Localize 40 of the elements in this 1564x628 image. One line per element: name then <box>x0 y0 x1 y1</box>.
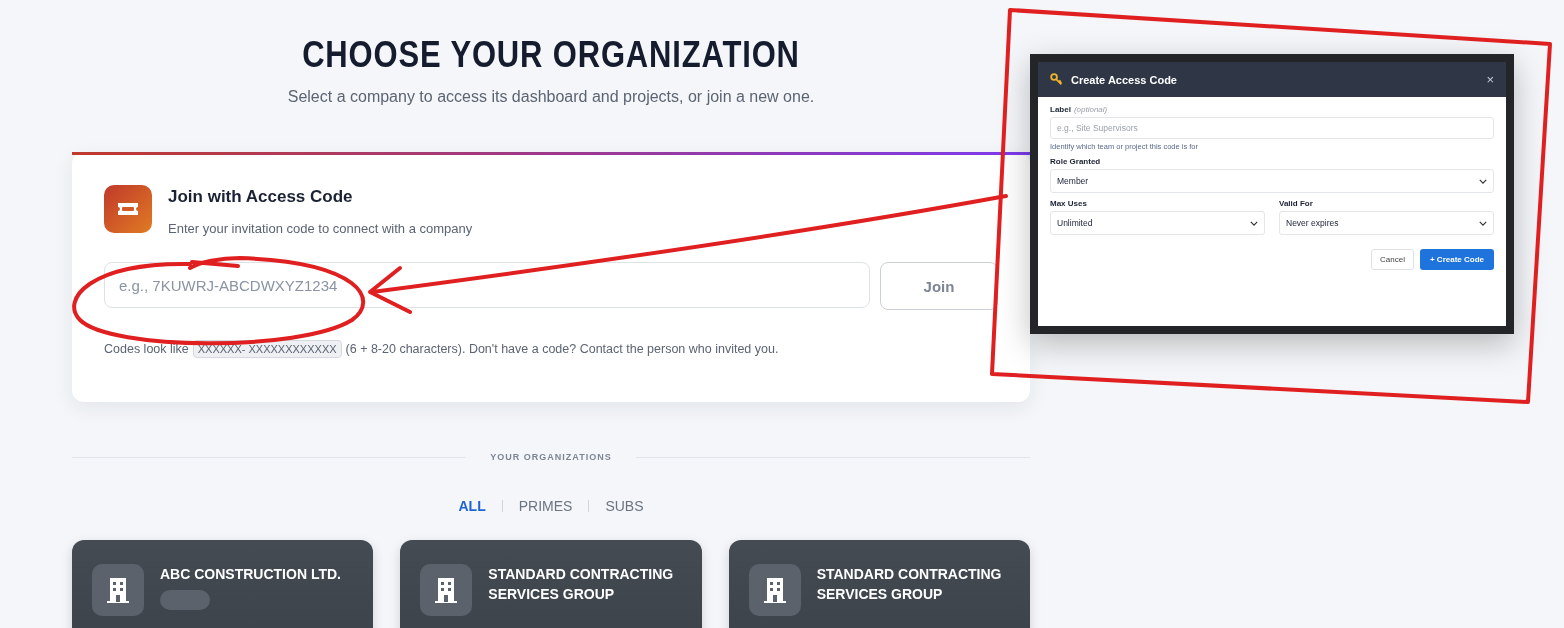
create-code-button[interactable]: + Create Code <box>1419 249 1494 270</box>
hint-text: Codes look like <box>104 342 189 356</box>
close-button[interactable]: × <box>1486 72 1494 87</box>
field-label: Valid For <box>1279 199 1314 208</box>
optional-note: (optional) <box>1073 105 1108 114</box>
filter-tab[interactable]: SUBS <box>605 498 644 514</box>
role-tag <box>160 590 210 610</box>
building-icon <box>92 564 144 616</box>
page-subtitle: Select a company to access its dashboard and projects, or join a new one. <box>286 88 816 106</box>
field-label: Label <box>1050 105 1071 114</box>
field-label: Role Granted <box>1050 157 1101 166</box>
key-icon <box>1050 73 1063 86</box>
organization-name: STANDARD CONTRACTING SERVICES GROUP <box>488 565 675 604</box>
organization-name: STANDARD CONTRACTING SERVICES GROUP <box>816 565 1003 604</box>
card-title: Join with Access Code <box>168 187 354 207</box>
organization-name: ABC CONSTRUCTION LTD. <box>160 565 341 584</box>
role-select[interactable]: Member <box>1050 169 1494 193</box>
section-label: YOUR ORGANIZATIONS <box>490 452 612 462</box>
field-label: Max Uses <box>1050 199 1088 208</box>
max-uses-select[interactable]: Unlimited <box>1050 211 1265 235</box>
chevron-icon <box>1479 178 1487 184</box>
organization-card[interactable]: STANDARD CONTRACTING SERVICES GROUP <box>400 540 702 628</box>
organization-card[interactable]: ABC CONSTRUCTION LTD. <box>72 540 374 628</box>
filter-tab[interactable]: PRIMES <box>518 498 573 514</box>
building-icon <box>420 564 473 616</box>
ticket-icon <box>104 185 152 233</box>
join-button[interactable]: Join <box>880 262 998 310</box>
chevron-icon <box>1479 220 1487 226</box>
filter-tab[interactable]: ALL <box>458 498 486 514</box>
dialog-title: Create Access Code <box>1071 73 1177 86</box>
access-code-field[interactable]: e.g., 7KUWRJ-ABCDWXYZ1234 <box>104 262 870 308</box>
label-field[interactable]: e.g., Site Supervisors <box>1050 117 1494 139</box>
cancel-button[interactable]: Cancel <box>1371 249 1414 270</box>
organization-card[interactable]: STANDARD CONTRACTING SERVICES GROUP <box>728 540 1030 628</box>
card-subtitle: Enter your invitation code to connect with a company <box>168 221 473 236</box>
chevron-icon <box>1250 220 1258 226</box>
building-icon <box>748 564 801 616</box>
page-title: CHOOSE YOUR ORGANIZATION <box>301 34 801 76</box>
hint-text: (6 + 8-20 characters). Don't have a code? Contact the person who invited you. <box>345 342 779 356</box>
valid-for-select[interactable]: Never expires <box>1279 211 1494 235</box>
